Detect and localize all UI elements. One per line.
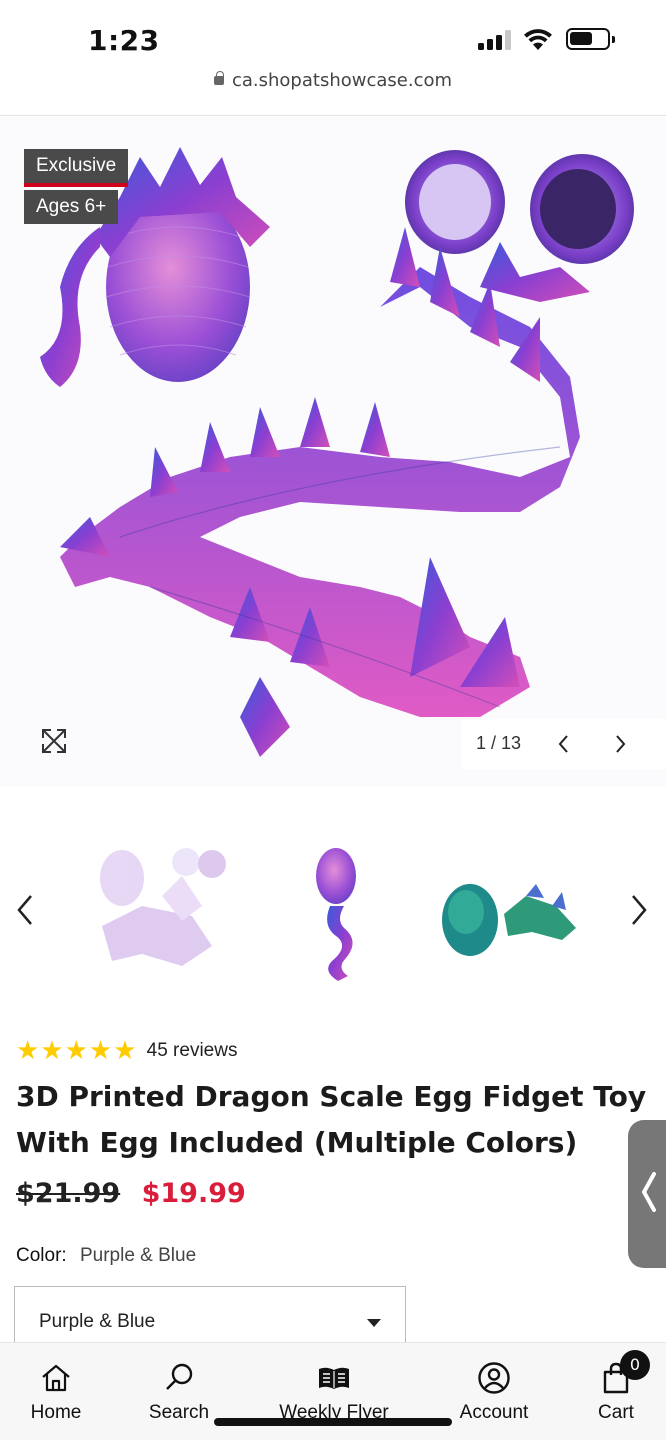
thumbnail-carousel: [0, 830, 666, 990]
nav-account-label: Account: [459, 1402, 529, 1423]
star-rating-icon: ★★★★★: [16, 1036, 138, 1066]
home-icon: [42, 1364, 70, 1392]
expand-icon[interactable]: [40, 727, 68, 755]
side-drawer-tab[interactable]: [628, 1120, 666, 1268]
exclusive-badge: Exclusive: [24, 149, 129, 187]
age-badge: Ages 6+: [24, 190, 119, 224]
chevron-left-icon: [641, 1172, 656, 1212]
color-select[interactable]: Purple & Blue: [14, 1286, 406, 1350]
chevron-right-icon[interactable]: [610, 733, 630, 755]
wifi-icon: [524, 29, 552, 50]
cellular-signal-icon: [478, 28, 514, 50]
nav-search[interactable]: Search: [128, 1343, 230, 1440]
original-price: $21.99: [16, 1178, 121, 1209]
url-text: ca.shopatshowcase.com: [231, 70, 453, 91]
color-option-label: Color: Purple & Blue: [16, 1245, 196, 1267]
search-icon: [166, 1363, 193, 1390]
thumbnail-2[interactable]: [262, 836, 410, 986]
flyer-book-icon: [319, 1367, 349, 1389]
nav-account[interactable]: Account: [444, 1343, 544, 1440]
nav-home-label: Home: [30, 1402, 82, 1423]
address-bar[interactable]: ca.shopatshowcase.com: [0, 70, 666, 116]
thumbnails-prev-icon[interactable]: [14, 892, 36, 928]
color-value: Purple & Blue: [79, 1245, 197, 1266]
lock-icon: [213, 71, 224, 85]
dropdown-caret-icon: [367, 1319, 381, 1327]
image-counter: 1 / 13: [476, 733, 522, 753]
battery-icon: [566, 28, 615, 50]
reviews-count[interactable]: 45 reviews: [147, 1040, 238, 1062]
status-bar: 1:23: [0, 0, 666, 70]
nav-cart-label: Cart: [598, 1402, 634, 1423]
thumbnail-3[interactable]: [436, 836, 584, 986]
image-pager: 1 / 13: [462, 719, 666, 769]
chevron-left-icon[interactable]: [554, 733, 574, 755]
color-label: Color:: [16, 1245, 67, 1266]
rating-row[interactable]: ★★★★★ 45 reviews: [16, 1036, 237, 1066]
thumbnails-next-icon[interactable]: [628, 892, 650, 928]
product-title: 3D Printed Dragon Scale Egg Fidget Toy W…: [16, 1080, 647, 1159]
price-block: $21.99 $19.99: [16, 1178, 246, 1209]
product-image-main[interactable]: Exclusive Ages 6+ 1 / 13: [0, 117, 666, 787]
nav-home[interactable]: Home: [6, 1343, 106, 1440]
nav-cart[interactable]: 0 Cart: [576, 1343, 656, 1440]
color-select-value: Purple & Blue: [39, 1311, 156, 1332]
cart-count-badge: 0: [620, 1350, 650, 1380]
sale-price: $19.99: [141, 1178, 246, 1209]
status-time: 1:23: [88, 24, 160, 57]
account-icon: [478, 1362, 510, 1394]
thumbnail-1[interactable]: [82, 836, 230, 986]
home-indicator: [214, 1418, 452, 1426]
